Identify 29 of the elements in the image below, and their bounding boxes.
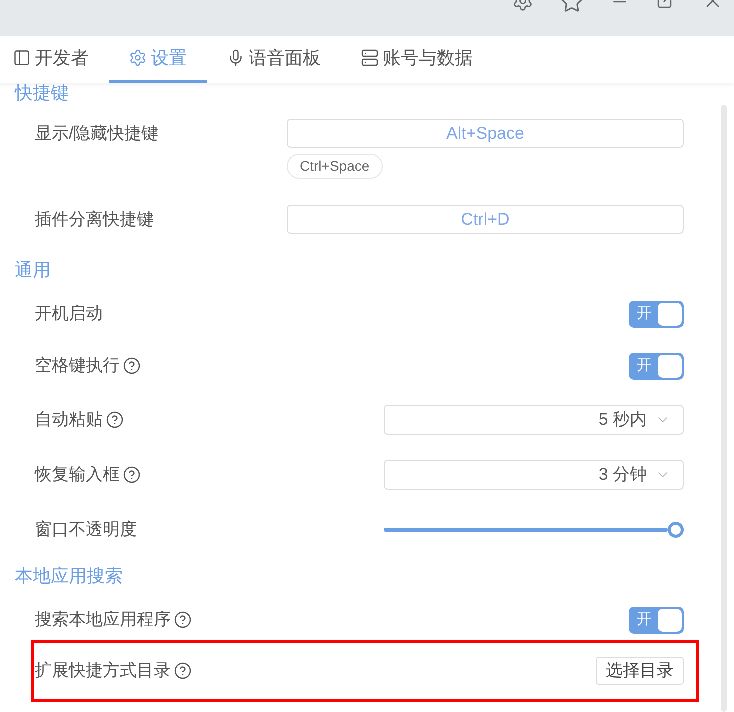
setting-label: 搜索本地应用程序 — [35, 609, 171, 632]
help-icon[interactable] — [174, 611, 192, 629]
server-icon — [361, 49, 379, 67]
choose-folder-button[interactable]: 选择目录 — [596, 657, 684, 685]
select-dropdown[interactable]: 5 秒内 — [384, 404, 684, 434]
panel-icon — [13, 49, 31, 67]
slider-thumb[interactable] — [668, 522, 684, 538]
tab[interactable]: 语音面板 — [207, 36, 341, 83]
setting-label: 恢复输入框 — [35, 464, 120, 486]
section-heading: 快捷键 — [14, 83, 70, 103]
gear-icon — [129, 49, 147, 67]
help-icon[interactable] — [106, 410, 124, 428]
section-heading: 通用 — [14, 258, 52, 282]
shortcut-hint: Ctrl+Space — [287, 154, 383, 179]
help-icon[interactable] — [174, 662, 192, 680]
setting-label: 插件分离快捷键 — [35, 209, 154, 232]
help-icon[interactable] — [123, 357, 141, 375]
select-dropdown[interactable]: 3 分钟 — [384, 460, 684, 490]
microphone-icon — [227, 49, 245, 67]
tab[interactable]: 开发者 — [0, 36, 109, 83]
tab[interactable]: 账号与数据 — [341, 36, 493, 83]
setting-label: 空格键执行 — [35, 355, 120, 378]
setting-label: 自动粘贴 — [35, 408, 103, 431]
setting-label: 开机启动 — [35, 303, 103, 326]
section-heading: 本地应用搜索 — [14, 564, 124, 588]
setting-label: 窗口不透明度 — [35, 519, 137, 542]
help-icon[interactable] — [123, 466, 141, 484]
setting-label: 扩展快捷方式目录 — [35, 660, 171, 682]
setting-label: 显示/隐藏快捷键 — [35, 123, 159, 146]
